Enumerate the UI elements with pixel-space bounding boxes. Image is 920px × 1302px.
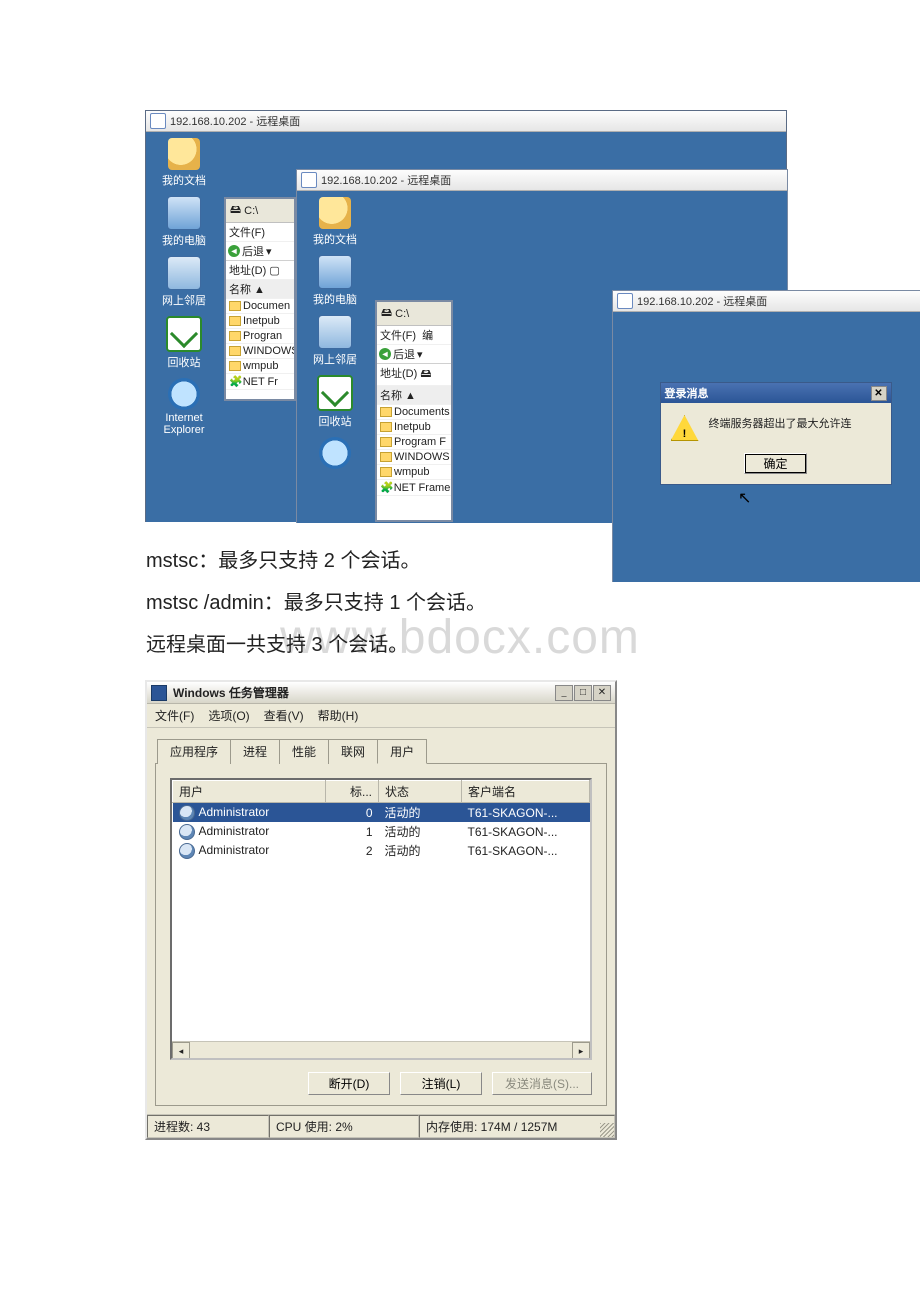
warning-icon: ! bbox=[671, 415, 699, 441]
desktop-icon-network[interactable]: 网上邻居 bbox=[162, 256, 206, 308]
body-text: mstsc：最多只支持 2 个会话。 mstsc /admin：最多只支持 1 … bbox=[146, 540, 786, 666]
menu-file[interactable]: 文件(F) bbox=[226, 223, 294, 242]
rdp-icon bbox=[150, 113, 166, 129]
user-icon bbox=[179, 843, 195, 859]
ok-button[interactable]: 确定 bbox=[744, 453, 806, 474]
folder-item[interactable]: WINDOWS bbox=[377, 450, 451, 465]
folder-item[interactable]: wmpub bbox=[226, 359, 294, 374]
task-manager-titlebar: Windows 任务管理器 _ □ ✕ bbox=[147, 682, 615, 704]
tab-applications[interactable]: 应用程序 bbox=[157, 739, 231, 764]
user-icon bbox=[179, 805, 195, 821]
users-grid[interactable]: 用户 标... 状态 客户端名 Administrator 0 活动的 T61-… bbox=[170, 778, 592, 1060]
paragraph: mstsc /admin：最多只支持 1 个会话。 bbox=[146, 582, 786, 624]
tab-performance[interactable]: 性能 bbox=[279, 739, 329, 764]
folder-item[interactable]: Program F bbox=[377, 435, 451, 450]
titlebar-layer3: 192.168.10.202 - 远程桌面 bbox=[613, 291, 920, 312]
dialog-text: 终端服务器超出了最大允许连 bbox=[709, 415, 852, 431]
table-row[interactable]: Administrator 2 活动的 T61-SKAGON-... bbox=[173, 841, 590, 860]
desktop-icon-documents[interactable]: 我的文档 bbox=[162, 138, 206, 188]
desktop-icon-ie[interactable]: Internet Explorer bbox=[164, 378, 205, 436]
folder-item[interactable]: 🧩NET Fr bbox=[226, 374, 294, 390]
rdp-icon bbox=[301, 172, 317, 188]
explorer-window-2[interactable]: 🖴C:\ 文件(F) 编 ◄后退 ▾ 地址(D) 🖴 名称 ▲ Document… bbox=[375, 300, 453, 522]
close-icon[interactable]: ✕ bbox=[593, 685, 611, 701]
folder-item[interactable]: Documents bbox=[377, 405, 451, 420]
horizontal-scrollbar[interactable]: ◂ ▸ bbox=[172, 1041, 590, 1058]
paragraph: mstsc：最多只支持 2 个会话。 bbox=[146, 540, 786, 582]
col-client[interactable]: 客户端名 bbox=[462, 781, 590, 803]
cursor-icon: ↖ bbox=[738, 488, 751, 508]
status-memory: 内存使用: 174M / 1257M bbox=[419, 1115, 615, 1138]
folder-item[interactable]: Progran bbox=[226, 329, 294, 344]
task-manager-statusbar: 进程数: 43 CPU 使用: 2% 内存使用: 174M / 1257M bbox=[147, 1114, 615, 1138]
col-state[interactable]: 状态 bbox=[379, 781, 462, 803]
tab-processes[interactable]: 进程 bbox=[230, 739, 280, 764]
desktop-icon-network[interactable]: 网上邻居 bbox=[313, 315, 357, 367]
desktop-icon-recycle-bin[interactable]: 回收站 bbox=[317, 375, 353, 429]
back-icon[interactable]: ◄ bbox=[379, 348, 391, 360]
user-icon bbox=[179, 824, 195, 840]
logoff-button[interactable]: 注销(L) bbox=[400, 1072, 482, 1095]
menu-file[interactable]: 文件(F) bbox=[155, 707, 194, 724]
folder-item[interactable]: WINDOWS bbox=[226, 344, 294, 359]
folder-item[interactable]: Documen bbox=[226, 299, 294, 314]
titlebar-layer2: 192.168.10.202 - 远程桌面 bbox=[297, 170, 787, 191]
remote-desktop-screenshot: 192.168.10.202 - 远程桌面 我的文档 我的电脑 网上邻居 回收站… bbox=[145, 110, 785, 522]
paragraph: 远程桌面一共支持 3 个会话。 bbox=[146, 624, 786, 666]
desktop-icon-recycle-bin[interactable]: 回收站 bbox=[166, 316, 202, 370]
back-icon[interactable]: ◄ bbox=[228, 245, 240, 257]
task-manager-menubar: 文件(F) 选项(O) 查看(V) 帮助(H) bbox=[147, 704, 615, 728]
rdp-icon bbox=[617, 293, 633, 309]
col-user[interactable]: 用户 bbox=[173, 781, 326, 803]
desktop-icon-my-computer[interactable]: 我的电脑 bbox=[162, 196, 206, 248]
folder-item[interactable]: Inetpub bbox=[226, 314, 294, 329]
menu-options[interactable]: 选项(O) bbox=[208, 707, 249, 724]
task-manager-window: Windows 任务管理器 _ □ ✕ 文件(F) 选项(O) 查看(V) 帮助… bbox=[145, 680, 617, 1140]
table-row[interactable]: Administrator 0 活动的 T61-SKAGON-... bbox=[173, 803, 590, 823]
minimize-icon[interactable]: _ bbox=[555, 685, 573, 701]
resize-grip-icon[interactable] bbox=[600, 1123, 614, 1137]
status-processes: 进程数: 43 bbox=[147, 1115, 269, 1138]
desktop-icon-my-computer[interactable]: 我的电脑 bbox=[313, 255, 357, 307]
col-id[interactable]: 标... bbox=[326, 781, 379, 803]
dialog-title: 登录消息 bbox=[665, 385, 709, 401]
status-cpu: CPU 使用: 2% bbox=[269, 1115, 419, 1138]
maximize-icon[interactable]: □ bbox=[574, 685, 592, 701]
task-manager-tabs: 应用程序 进程 性能 联网 用户 bbox=[147, 728, 615, 763]
disconnect-button[interactable]: 断开(D) bbox=[308, 1072, 390, 1095]
tab-users[interactable]: 用户 bbox=[377, 739, 427, 764]
close-icon[interactable]: ✕ bbox=[871, 386, 887, 401]
desktop-icon-documents[interactable]: 我的文档 bbox=[313, 197, 357, 247]
folder-item[interactable]: 🧩NET Frame bbox=[377, 480, 451, 496]
table-row[interactable]: Administrator 1 活动的 T61-SKAGON-... bbox=[173, 822, 590, 841]
window-title: 192.168.10.202 - 远程桌面 bbox=[170, 113, 300, 129]
scroll-right-icon[interactable]: ▸ bbox=[572, 1042, 590, 1060]
desktop-icon-ie[interactable] bbox=[319, 437, 351, 469]
menu-view[interactable]: 查看(V) bbox=[264, 707, 304, 724]
titlebar-layer1: 192.168.10.202 - 远程桌面 bbox=[146, 111, 786, 132]
send-message-button[interactable]: 发送消息(S)... bbox=[492, 1072, 592, 1095]
folder-item[interactable]: Inetpub bbox=[377, 420, 451, 435]
scroll-left-icon[interactable]: ◂ bbox=[172, 1042, 190, 1060]
explorer-window-1[interactable]: 🖴C:\ 文件(F) ◄后退 ▾ 地址(D) ▢ 名称 ▲ Documen In… bbox=[224, 197, 296, 401]
tab-networking[interactable]: 联网 bbox=[328, 739, 378, 764]
folder-item[interactable]: wmpub bbox=[377, 465, 451, 480]
login-message-dialog: 登录消息 ✕ ! 终端服务器超出了最大允许连 确定 bbox=[660, 382, 892, 485]
task-manager-icon bbox=[151, 685, 167, 701]
menu-help[interactable]: 帮助(H) bbox=[318, 707, 359, 724]
